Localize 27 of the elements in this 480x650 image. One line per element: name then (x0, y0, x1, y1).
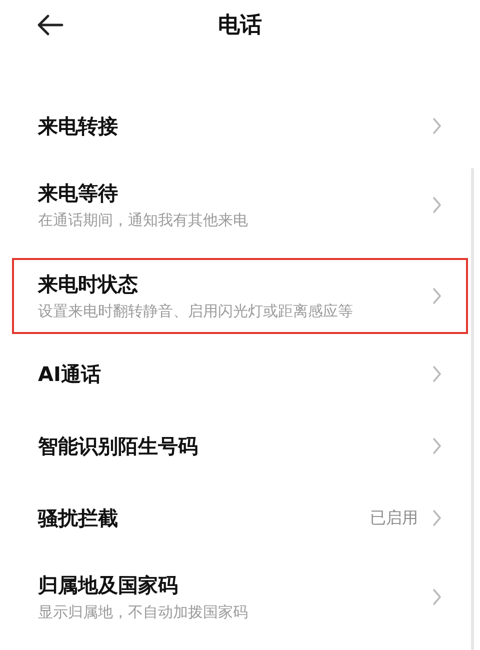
row-description: 在通话期间，通知我有其他来电 (38, 211, 248, 230)
page-title: 电话 (218, 12, 262, 40)
chevron-icon (432, 588, 442, 606)
chevron-icon (432, 365, 442, 383)
row-title: 智能识别陌生号码 (38, 432, 198, 460)
row-title: 骚扰拦截 (38, 504, 118, 532)
row-description: 设置来电时翻转静音、启用闪光灯或距离感应等 (38, 302, 353, 321)
row-title: 来电等待 (38, 180, 118, 207)
settings-row[interactable]: AI通话 (0, 338, 480, 410)
chevron-icon (432, 196, 442, 214)
row-title: 来电时状态 (38, 271, 138, 298)
chevron-icon (432, 287, 442, 305)
row-description: 显示归属地，不自动加拨国家码 (38, 603, 248, 622)
settings-row[interactable]: 来电等待 在通话期间，通知我有其他来电 (0, 162, 480, 248)
chevron-icon (432, 117, 442, 135)
settings-row[interactable]: 骚扰拦截 已启用 (0, 482, 480, 554)
chevron-icon (432, 509, 442, 527)
row-title: 来电转接 (38, 112, 118, 140)
settings-row[interactable]: 归属地及国家码 显示归属地，不自动加拨国家码 (0, 554, 480, 640)
settings-row[interactable]: 智能识别陌生号码 (0, 410, 480, 482)
row-title: AI通话 (38, 360, 101, 388)
settings-row[interactable]: 来电转接 (0, 90, 480, 162)
settings-row[interactable]: 来电时状态 设置来电时翻转静音、启用闪光灯或距离感应等 (12, 258, 468, 334)
row-value: 已启用 (370, 508, 418, 528)
back-arrow-icon[interactable] (36, 14, 64, 36)
row-title: 归属地及国家码 (38, 572, 178, 599)
chevron-icon (432, 437, 442, 455)
